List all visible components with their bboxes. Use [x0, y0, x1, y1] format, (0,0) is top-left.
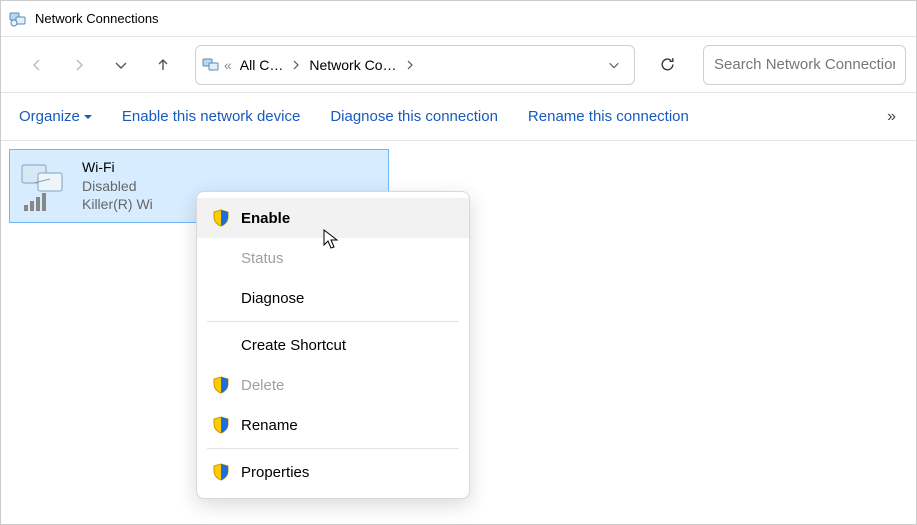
context-create-shortcut-label: Create Shortcut: [241, 337, 455, 354]
chevron-right-icon[interactable]: [291, 60, 301, 70]
context-create-shortcut[interactable]: Create Shortcut: [197, 325, 469, 365]
adapter-name: Wi-Fi: [82, 158, 153, 177]
context-delete: Delete: [197, 365, 469, 405]
rename-connection-button[interactable]: Rename this connection: [528, 108, 689, 125]
dropdown-caret-icon: [84, 108, 92, 125]
address-bar[interactable]: « All C… Network Co…: [195, 45, 635, 85]
adapter-status: Disabled: [82, 177, 153, 196]
context-rename-label: Rename: [241, 417, 455, 434]
context-enable[interactable]: Enable: [197, 198, 469, 238]
nav-toolbar: « All C… Network Co…: [1, 37, 916, 93]
context-menu: Enable Status Diagnose Create Shortcut D…: [196, 191, 470, 499]
forward-button[interactable]: [61, 47, 97, 83]
title-bar: Network Connections: [1, 1, 916, 37]
address-history-button[interactable]: [600, 58, 628, 72]
up-button[interactable]: [145, 47, 181, 83]
content-area: Wi-Fi Disabled Killer(R) Wi Enable Statu…: [1, 141, 916, 231]
overflow-button[interactable]: »: [887, 108, 898, 126]
app-icon: [9, 10, 27, 28]
adapter-device-name: Killer(R) Wi: [82, 195, 153, 214]
context-status: Status: [197, 238, 469, 278]
adapter-tile-text: Wi-Fi Disabled Killer(R) Wi: [82, 158, 153, 215]
recent-locations-button[interactable]: [103, 47, 139, 83]
chevron-right-icon[interactable]: [405, 60, 415, 70]
network-adapter-icon: [18, 159, 72, 213]
context-diagnose[interactable]: Diagnose: [197, 278, 469, 318]
context-separator: [207, 321, 459, 322]
context-properties[interactable]: Properties: [197, 452, 469, 492]
diagnose-connection-button[interactable]: Diagnose this connection: [330, 108, 498, 125]
search-input[interactable]: [714, 56, 895, 73]
context-diagnose-label: Diagnose: [241, 290, 455, 307]
enable-device-button[interactable]: Enable this network device: [122, 108, 300, 125]
address-icon: [202, 56, 220, 74]
context-delete-label: Delete: [241, 377, 455, 394]
shield-icon: [211, 462, 231, 482]
context-rename[interactable]: Rename: [197, 405, 469, 445]
window-title: Network Connections: [35, 11, 159, 26]
breadcrumb-prefix: «: [224, 57, 232, 73]
context-properties-label: Properties: [241, 464, 455, 481]
command-bar: Organize Enable this network device Diag…: [1, 93, 916, 141]
shield-icon: [211, 208, 231, 228]
back-button[interactable]: [19, 47, 55, 83]
shield-icon: [211, 375, 231, 395]
organize-label: Organize: [19, 108, 80, 125]
context-status-label: Status: [241, 250, 455, 267]
search-box[interactable]: [703, 45, 906, 85]
organize-menu[interactable]: Organize: [19, 108, 92, 125]
context-enable-label: Enable: [241, 210, 455, 227]
breadcrumb-item-2[interactable]: Network Co…: [305, 55, 400, 75]
context-separator: [207, 448, 459, 449]
shield-icon: [211, 415, 231, 435]
breadcrumb-item-1[interactable]: All C…: [236, 55, 288, 75]
refresh-button[interactable]: [647, 45, 687, 85]
